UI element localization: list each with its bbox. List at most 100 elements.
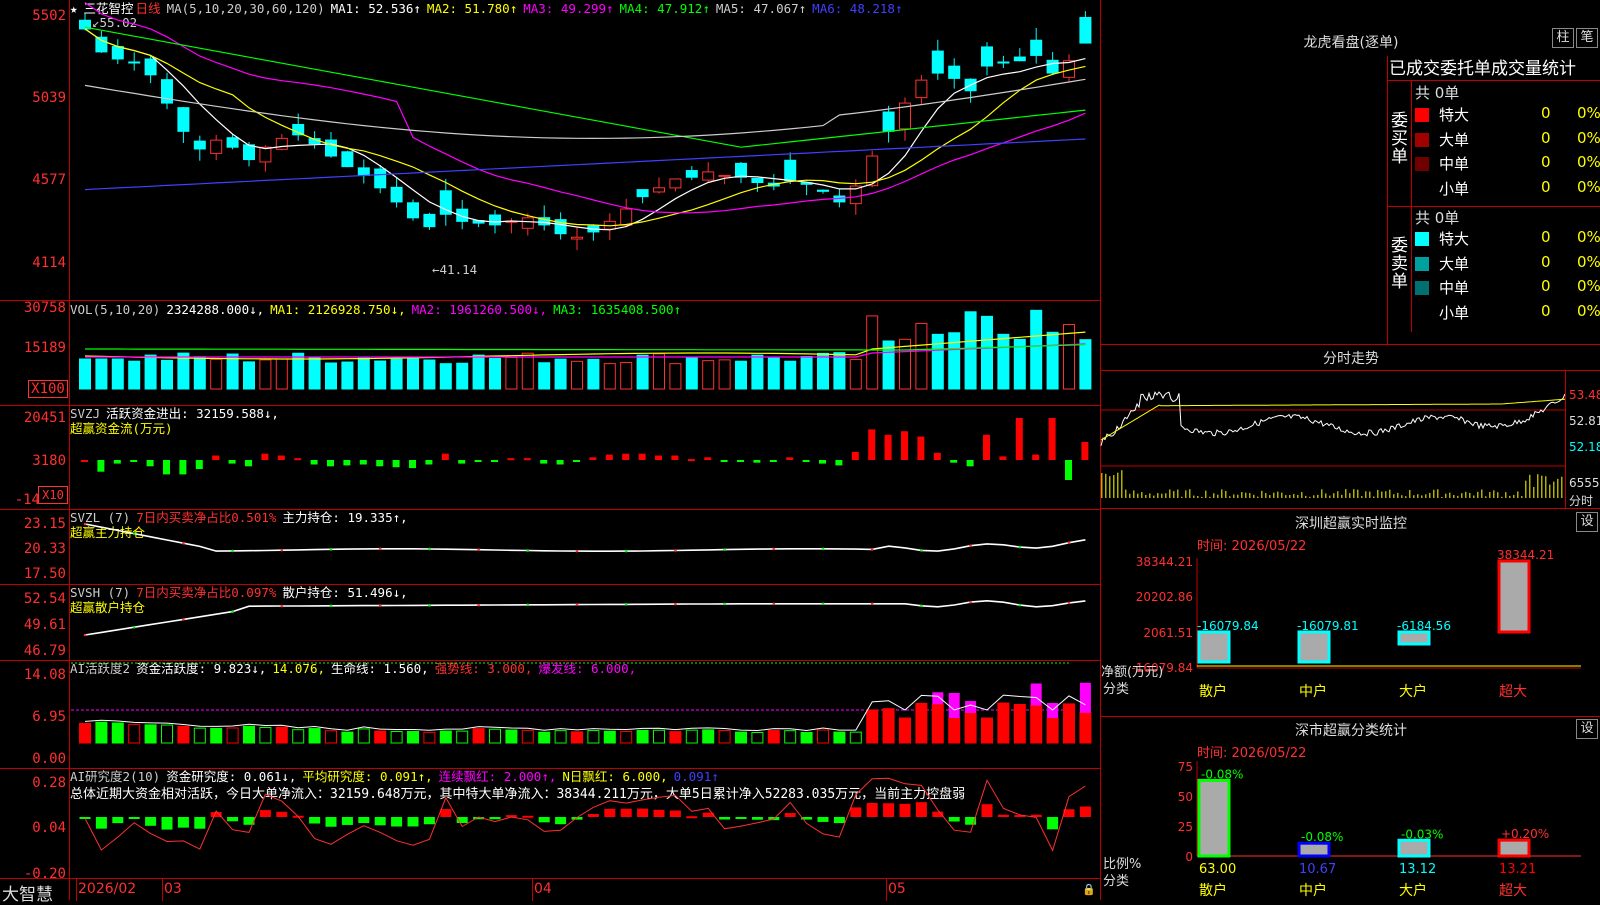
volume-bar[interactable]	[128, 360, 141, 390]
flow-bar[interactable]	[228, 460, 236, 464]
research-bar[interactable]	[1079, 806, 1091, 817]
flow-bar[interactable]	[195, 460, 203, 469]
volume-bar[interactable]	[800, 355, 813, 390]
research-bar[interactable]	[948, 817, 960, 822]
volume-bar[interactable]	[981, 315, 993, 390]
flow-bar[interactable]	[819, 460, 826, 464]
volume-bar[interactable]	[587, 358, 600, 390]
flow-bar[interactable]	[409, 460, 416, 469]
volume-bar[interactable]	[554, 358, 567, 390]
activity-bar[interactable]	[751, 731, 764, 744]
flow-bar[interactable]	[786, 457, 794, 460]
volume-bar[interactable]	[341, 361, 354, 390]
volume-bar[interactable]	[620, 361, 633, 390]
volume-bar[interactable]	[571, 360, 583, 390]
flow-bar[interactable]	[753, 460, 761, 463]
activity-bar[interactable]	[571, 731, 583, 744]
flow-bar[interactable]	[458, 460, 466, 464]
flow-bar[interactable]	[1081, 442, 1089, 460]
volume-bar[interactable]	[357, 357, 370, 390]
research-bar[interactable]	[210, 812, 222, 817]
ratio-bar[interactable]	[1497, 838, 1531, 858]
flow-bar[interactable]	[1048, 418, 1056, 460]
candle[interactable]	[587, 224, 600, 241]
net-amount-chart[interactable]: 38344.21 20202.86 2061.51 -16079.84 -16079.8…	[1101, 548, 1600, 716]
activity-bar[interactable]	[899, 717, 911, 744]
activity-bar[interactable]	[964, 712, 977, 744]
activity-bar[interactable]	[308, 728, 321, 744]
research-bar[interactable]	[161, 817, 173, 830]
activity-bar[interactable]	[767, 730, 780, 744]
flow-bar[interactable]	[655, 455, 662, 461]
research-bar[interactable]	[177, 817, 189, 828]
candle[interactable]	[357, 159, 370, 184]
candle[interactable]	[685, 166, 698, 181]
ratio-bar[interactable]	[1197, 778, 1231, 858]
volume-bar[interactable]	[1030, 309, 1043, 390]
volume-bar[interactable]	[751, 354, 764, 390]
research-bar[interactable]	[423, 817, 435, 825]
research-bar[interactable]	[981, 804, 993, 817]
volume-bar[interactable]	[718, 359, 731, 390]
volume-bar[interactable]	[784, 360, 797, 390]
research-bar[interactable]	[587, 813, 599, 817]
volume-bar[interactable]	[685, 357, 698, 390]
flow-bar[interactable]	[950, 460, 958, 463]
class-settings-button[interactable]: 设	[1576, 719, 1598, 739]
tick-view-button[interactable]: 笔	[1576, 28, 1598, 48]
research-bar[interactable]	[95, 817, 107, 829]
monitor-settings-button[interactable]: 设	[1576, 512, 1598, 532]
candle[interactable]	[751, 177, 764, 192]
flow-bar[interactable]	[523, 458, 531, 461]
volume-bar[interactable]	[407, 357, 419, 390]
candle[interactable]	[948, 58, 961, 89]
flow-bar[interactable]	[261, 453, 269, 460]
candle[interactable]	[636, 189, 649, 204]
candle[interactable]	[1013, 48, 1026, 62]
flow-bar[interactable]	[327, 460, 334, 467]
flow-bar[interactable]	[491, 460, 498, 462]
research-bar[interactable]	[358, 817, 370, 824]
flow-bar[interactable]	[179, 460, 187, 475]
flow-bar[interactable]	[704, 457, 712, 460]
flow-bar[interactable]	[163, 460, 170, 475]
activity-bar[interactable]	[1030, 704, 1043, 744]
research-bar[interactable]	[522, 815, 534, 818]
flow-bar[interactable]	[146, 460, 154, 467]
candle[interactable]	[259, 145, 272, 172]
volume-bar[interactable]	[374, 360, 387, 390]
flow-bar[interactable]	[441, 453, 449, 460]
research-bar[interactable]	[489, 817, 501, 820]
flow-bar[interactable]	[589, 457, 597, 460]
activity-bar[interactable]	[915, 702, 928, 744]
flow-bar[interactable]	[97, 460, 105, 472]
candle[interactable]	[1030, 27, 1043, 64]
activity-chart[interactable]	[71, 661, 1100, 768]
research-bar[interactable]	[915, 802, 927, 817]
volume-bar[interactable]	[915, 322, 928, 390]
activity-bar[interactable]	[489, 728, 501, 744]
flow-bar[interactable]	[622, 453, 630, 460]
flow-bar[interactable]	[605, 454, 613, 460]
candle[interactable]	[653, 177, 665, 194]
flow-bar[interactable]	[474, 460, 482, 462]
candle[interactable]	[1079, 11, 1092, 44]
activity-bar[interactable]	[259, 726, 272, 744]
volume-bar[interactable]	[849, 358, 862, 390]
flow-bar[interactable]	[113, 460, 121, 464]
volume-bar[interactable]	[735, 360, 747, 390]
research-bar[interactable]	[784, 813, 796, 817]
activity-bar[interactable]	[325, 730, 337, 744]
retail-holding-chart[interactable]	[71, 585, 1100, 660]
candle[interactable]	[439, 178, 452, 226]
candle[interactable]	[1063, 54, 1075, 82]
activity-bar[interactable]	[111, 722, 124, 744]
flow-bar[interactable]	[573, 460, 580, 462]
activity-bar[interactable]	[587, 730, 600, 744]
research-bar[interactable]	[850, 807, 862, 817]
candle[interactable]	[817, 189, 829, 194]
flow-bar[interactable]	[983, 434, 990, 460]
activity-bar[interactable]	[144, 724, 157, 744]
flow-bar[interactable]	[868, 429, 876, 460]
volume-bar[interactable]	[931, 333, 944, 390]
